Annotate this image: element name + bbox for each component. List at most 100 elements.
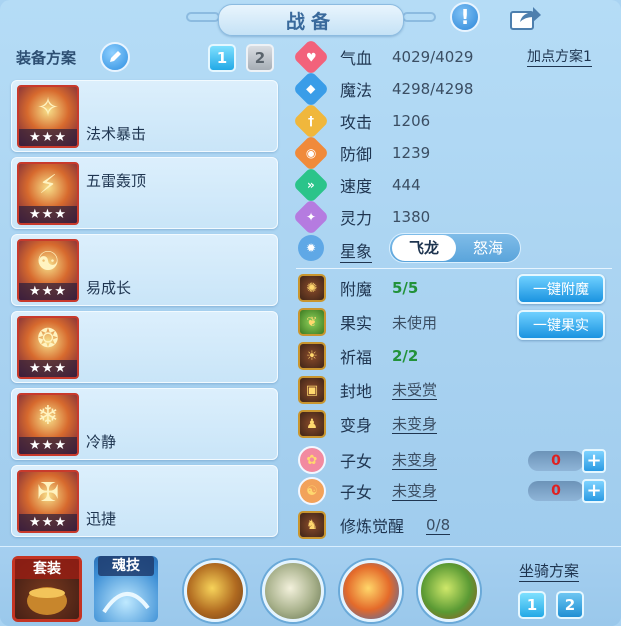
help-button[interactable]: !: [450, 2, 480, 32]
stat-icon: »: [292, 166, 330, 204]
scheme-page-2[interactable]: 2: [246, 44, 274, 72]
stat-glyph-icon: »: [307, 177, 315, 192]
stat-row: † 攻击 1206: [292, 102, 431, 140]
attribute-value: 未使用: [392, 313, 438, 332]
stat-label: 攻击: [340, 113, 373, 132]
cauldron-icon: [27, 587, 67, 615]
attribute-row: ♟ 变身 未变身: [298, 410, 438, 438]
attribute-value: 5/5: [392, 279, 419, 297]
stat-row: ✦ 灵力 1380: [292, 198, 431, 236]
equip-glyph-icon: ✧: [37, 93, 59, 123]
equip-glyph-icon: ☯: [36, 247, 60, 277]
equip-name: 易成长: [86, 279, 132, 297]
attribute-row: ▣ 封地 未受赏: [298, 376, 438, 404]
attribute-value[interactable]: 未受赏: [392, 381, 438, 400]
star-rating: ★★★: [19, 514, 77, 531]
attribute-label: 附魔: [340, 280, 373, 299]
stat-label: 魔法: [340, 81, 373, 100]
attribute-row: ☀ 祈福 2/2: [298, 342, 418, 370]
stat-row: ◆ 魔法 4298/4298: [292, 70, 473, 108]
equip-glyph-icon: ❂: [37, 324, 59, 354]
child2-plus-button[interactable]: +: [582, 479, 606, 503]
one-click-enchant-button[interactable]: 一键附魔: [517, 274, 605, 304]
stat-icon: †: [292, 102, 330, 140]
stat-icon: ◆: [292, 70, 330, 108]
attribute-value[interactable]: 未变身: [392, 482, 438, 501]
point-plan-link[interactable]: 加点方案1: [527, 48, 592, 67]
share-button[interactable]: [508, 4, 542, 32]
mount-page-1[interactable]: 1: [518, 591, 546, 619]
equip-icon: ❂ ★★★: [17, 316, 79, 379]
stat-glyph-icon: ♥: [305, 49, 317, 64]
plus-icon: +: [586, 450, 602, 471]
star-sign-toggle[interactable]: 飞龙 怒海: [389, 233, 521, 263]
attribute-value: 2/2: [392, 347, 419, 365]
equip-icon: ❄ ★★★: [17, 393, 79, 456]
equip-name: 冷静: [86, 433, 117, 451]
stat-icon: ✦: [292, 198, 330, 236]
attribute-label: 修炼觉醒: [340, 517, 405, 536]
child2-counter: 0: [528, 481, 584, 501]
scheme-page-1[interactable]: 1: [208, 44, 236, 72]
attribute-row: ☯ 子女 未变身: [298, 477, 438, 505]
soul-skill-button[interactable]: 魂技: [94, 556, 158, 622]
star-sign-icon: ✹: [298, 235, 324, 261]
attribute-row: ✿ 子女 未变身: [298, 446, 438, 474]
equip-glyph-icon: ❄: [37, 401, 59, 431]
attribute-icon: ✺: [298, 274, 326, 302]
attribute-value[interactable]: 未变身: [392, 451, 438, 470]
mount-page-2[interactable]: 2: [556, 591, 584, 619]
attribute-icon: ☀: [298, 342, 326, 370]
stat-glyph-icon: ◆: [306, 81, 316, 96]
stat-value: 444: [392, 176, 421, 194]
equip-name: 迅捷: [86, 510, 117, 528]
skill-orb-4[interactable]: [418, 560, 480, 622]
star-rating: ★★★: [19, 129, 77, 146]
star-option-feilong[interactable]: 飞龙: [392, 235, 456, 261]
battle-prep-panel: 战备 ! 装备方案 1 2 ✧ ★★★ 法术暴击 ⚡ ★★★ 五雷轰顶 ☯ ★★★ 易成长 ❂ ★★…: [0, 0, 621, 626]
equip-card[interactable]: ☯ ★★★ 易成长: [11, 234, 278, 306]
title-banner: 战备: [218, 4, 404, 36]
equip-card[interactable]: ❂ ★★★: [11, 311, 278, 383]
equip-card[interactable]: ⚡ ★★★ 五雷轰顶: [11, 157, 278, 229]
attribute-value[interactable]: 0/8: [426, 516, 451, 535]
stat-value: 1380: [392, 208, 431, 226]
stat-value: 1206: [392, 112, 431, 130]
equip-glyph-icon: ✠: [37, 478, 59, 508]
attribute-value[interactable]: 未变身: [392, 415, 438, 434]
suit-button[interactable]: 套装: [12, 556, 82, 622]
attribute-label: 封地: [340, 382, 373, 401]
attribute-icon: ♟: [298, 410, 326, 438]
stat-row: ♥ 气血 4029/4029: [292, 38, 474, 76]
stat-icon: ♥: [292, 38, 330, 76]
share-arrow-icon: [510, 7, 541, 30]
attribute-icon: ♞: [298, 511, 326, 539]
banner-left-ornament: [186, 12, 220, 22]
child1-plus-button[interactable]: +: [582, 449, 606, 473]
attribute-row: ❦ 果实 未使用: [298, 308, 437, 336]
edit-scheme-button[interactable]: [100, 42, 130, 72]
stat-glyph-icon: ◉: [305, 145, 317, 160]
star-sign-label[interactable]: 星象: [340, 238, 373, 263]
stat-label: 防御: [340, 145, 373, 164]
equip-card[interactable]: ✧ ★★★ 法术暴击: [11, 80, 278, 152]
skill-orb-2[interactable]: [262, 560, 324, 622]
attribute-icon: ☯: [298, 477, 326, 505]
equip-name: 法术暴击: [86, 125, 147, 143]
skill-orb-1[interactable]: [184, 560, 246, 622]
stat-glyph-icon: †: [308, 114, 314, 128]
star-option-nuhai[interactable]: 怒海: [456, 234, 520, 262]
mount-scheme-label[interactable]: 坐骑方案: [519, 562, 580, 582]
stat-value: 4029/4029: [392, 48, 474, 66]
section-divider: [296, 268, 612, 269]
equip-card[interactable]: ✠ ★★★ 迅捷: [11, 465, 278, 537]
equip-icon: ⚡ ★★★: [17, 162, 79, 225]
attribute-row: ✺ 附魔 5/5: [298, 274, 418, 302]
star-sign-row: ✹: [298, 234, 340, 262]
equip-card[interactable]: ❄ ★★★ 冷静: [11, 388, 278, 460]
skill-orb-3[interactable]: [340, 560, 402, 622]
attribute-icon: ❦: [298, 308, 326, 336]
attribute-label: 子女: [340, 483, 373, 502]
one-click-fruit-button[interactable]: 一键果实: [517, 310, 605, 340]
attribute-icon: ▣: [298, 376, 326, 404]
